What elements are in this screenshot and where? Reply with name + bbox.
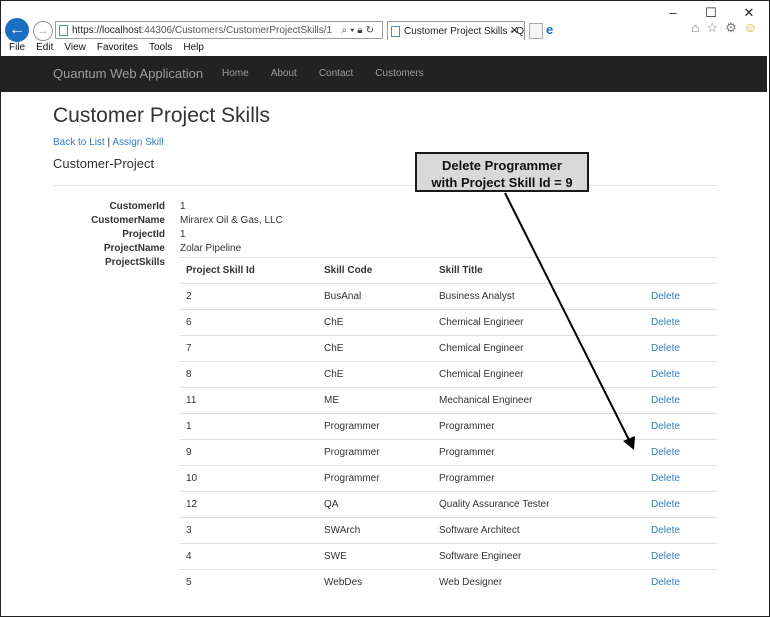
annotation-arrow xyxy=(504,192,635,450)
annotation-arrow-line xyxy=(504,192,631,443)
